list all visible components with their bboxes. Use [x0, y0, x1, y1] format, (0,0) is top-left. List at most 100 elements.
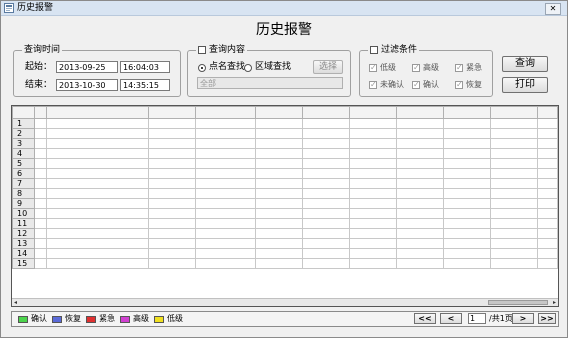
grid-cell[interactable]: [537, 208, 558, 219]
grid-cell[interactable]: [302, 168, 350, 179]
grid-cell[interactable]: [396, 158, 444, 169]
grid-cell[interactable]: [537, 188, 558, 199]
row-number[interactable]: 1: [12, 118, 35, 129]
table-row[interactable]: 14: [12, 248, 558, 259]
grid-cell[interactable]: [195, 168, 256, 179]
grid-cell[interactable]: [255, 168, 303, 179]
filter-unconfirmed[interactable]: 未确认: [369, 80, 404, 90]
grid-cell[interactable]: [195, 248, 256, 259]
grid-cell[interactable]: [148, 248, 196, 259]
grid-cell[interactable]: [46, 128, 149, 139]
grid-cell[interactable]: [396, 238, 444, 249]
column-header[interactable]: [490, 106, 538, 119]
row-number[interactable]: 14: [12, 248, 35, 259]
row-number[interactable]: 12: [12, 228, 35, 239]
grid-cell[interactable]: [396, 218, 444, 229]
grid-cell[interactable]: [195, 218, 256, 229]
grid-cell[interactable]: [396, 168, 444, 179]
grid-cell[interactable]: [396, 188, 444, 199]
grid-cell[interactable]: [46, 158, 149, 169]
filter-confirmed-checkbox[interactable]: [412, 81, 420, 89]
grid-cell[interactable]: [396, 198, 444, 209]
grid-cell[interactable]: [302, 138, 350, 149]
column-header[interactable]: [349, 106, 397, 119]
grid-cell[interactable]: [195, 188, 256, 199]
grid-cell[interactable]: [537, 218, 558, 229]
grid-cell[interactable]: [537, 198, 558, 209]
grid-cell[interactable]: [537, 178, 558, 189]
end-date-field[interactable]: 2013-10-30: [56, 79, 118, 91]
grid-cell[interactable]: [349, 148, 397, 159]
grid-cell[interactable]: [537, 228, 558, 239]
grid-cell[interactable]: [255, 148, 303, 159]
grid-cell[interactable]: [46, 208, 149, 219]
grid-cell[interactable]: [490, 258, 538, 269]
grid-cell[interactable]: [490, 128, 538, 139]
grid-cell[interactable]: [396, 138, 444, 149]
grid-cell[interactable]: [255, 178, 303, 189]
filter-legend[interactable]: 过滤条件: [368, 45, 419, 55]
grid-cell[interactable]: [490, 188, 538, 199]
grid-cell[interactable]: [396, 258, 444, 269]
filter-high-checkbox[interactable]: [412, 64, 420, 72]
grid-cell[interactable]: [490, 138, 538, 149]
grid-cell[interactable]: [195, 208, 256, 219]
content-text-field[interactable]: 全部: [197, 77, 343, 89]
row-number[interactable]: 4: [12, 148, 35, 159]
table-row[interactable]: 15: [12, 258, 558, 269]
next-page-button[interactable]: >: [512, 313, 534, 324]
grid-cell[interactable]: [443, 148, 491, 159]
grid-cell[interactable]: [443, 188, 491, 199]
grid-cell[interactable]: [490, 248, 538, 259]
grid-cell[interactable]: [302, 188, 350, 199]
column-header[interactable]: [537, 106, 558, 119]
column-header[interactable]: [302, 106, 350, 119]
grid-cell[interactable]: [255, 208, 303, 219]
filter-checkbox[interactable]: [370, 46, 378, 54]
row-number[interactable]: 11: [12, 218, 35, 229]
grid-cell[interactable]: [302, 228, 350, 239]
filter-unconfirmed-checkbox[interactable]: [369, 81, 377, 89]
column-header[interactable]: [443, 106, 491, 119]
row-number[interactable]: 15: [12, 258, 35, 269]
grid-cell[interactable]: [255, 198, 303, 209]
grid-cell[interactable]: [349, 158, 397, 169]
grid-cell[interactable]: [46, 118, 149, 129]
row-number[interactable]: 7: [12, 178, 35, 189]
grid-cell[interactable]: [490, 198, 538, 209]
filter-high[interactable]: 高级: [412, 63, 439, 73]
grid-cell[interactable]: [443, 238, 491, 249]
grid-cell[interactable]: [443, 178, 491, 189]
table-row[interactable]: 7: [12, 178, 558, 189]
grid-cell[interactable]: [349, 228, 397, 239]
grid-cell[interactable]: [537, 238, 558, 249]
start-time-field[interactable]: 16:04:03: [120, 61, 170, 73]
grid-cell[interactable]: [255, 158, 303, 169]
grid-cell[interactable]: [396, 228, 444, 239]
grid-cell[interactable]: [148, 218, 196, 229]
table-row[interactable]: 11: [12, 218, 558, 229]
grid-cell[interactable]: [148, 228, 196, 239]
row-number[interactable]: 3: [12, 138, 35, 149]
grid-cell[interactable]: [490, 208, 538, 219]
filter-confirmed[interactable]: 确认: [412, 80, 439, 90]
grid-cell[interactable]: [148, 178, 196, 189]
end-time-field[interactable]: 14:35:15: [120, 79, 170, 91]
grid-cell[interactable]: [46, 248, 149, 259]
query-button[interactable]: 查询: [502, 56, 548, 72]
table-row[interactable]: 13: [12, 238, 558, 249]
grid-cell[interactable]: [46, 188, 149, 199]
grid-cell[interactable]: [302, 118, 350, 129]
grid-cell[interactable]: [490, 158, 538, 169]
column-header[interactable]: [255, 106, 303, 119]
grid-cell[interactable]: [195, 258, 256, 269]
grid-cell[interactable]: [46, 198, 149, 209]
grid-cell[interactable]: [349, 178, 397, 189]
row-number[interactable]: 2: [12, 128, 35, 139]
grid-cell[interactable]: [490, 118, 538, 129]
grid-cell[interactable]: [34, 228, 47, 239]
grid-cell[interactable]: [195, 158, 256, 169]
grid-cell[interactable]: [148, 138, 196, 149]
filter-low-checkbox[interactable]: [369, 64, 377, 72]
grid-cell[interactable]: [443, 168, 491, 179]
